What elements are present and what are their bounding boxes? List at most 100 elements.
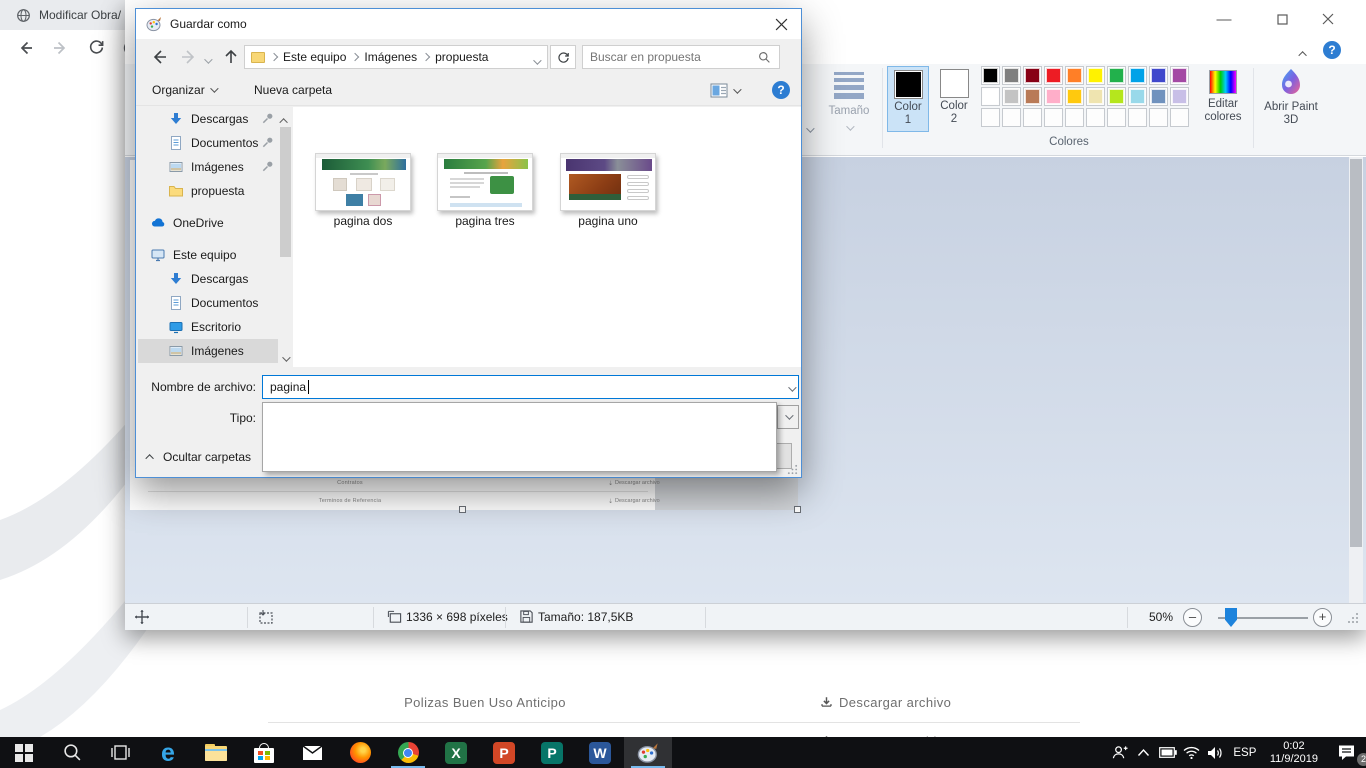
palette-empty-slot[interactable] [981, 108, 1000, 127]
palette-empty-slot[interactable] [1149, 108, 1168, 127]
palette-empty-slot[interactable] [1128, 108, 1147, 127]
address-bar[interactable]: Este equipo Imágenes propuesta [244, 45, 548, 69]
palette-swatch[interactable] [1065, 87, 1084, 106]
taskbar-file-explorer-icon[interactable] [192, 737, 240, 768]
palette-empty-slot[interactable] [1107, 108, 1126, 127]
palette-swatch[interactable] [1044, 66, 1063, 85]
nav-up-button[interactable] [220, 47, 242, 67]
scrollbar-thumb[interactable] [280, 127, 291, 257]
filename-dropdown-chevron-icon[interactable] [788, 381, 794, 395]
sidebar-item-onedrive[interactable]: OneDrive [138, 211, 280, 235]
resize-grip-icon[interactable] [1347, 612, 1359, 624]
refresh-button[interactable] [550, 45, 576, 69]
palette-swatch[interactable] [1107, 87, 1126, 106]
paint-help-button[interactable]: ? [1323, 41, 1341, 59]
language-indicator[interactable]: ESP [1228, 737, 1262, 768]
palette-empty-slot[interactable] [1086, 108, 1105, 127]
sidebar-item-pc-imagenes-selected[interactable]: Imágenes [138, 339, 280, 363]
search-box[interactable] [582, 45, 780, 69]
palette-swatch[interactable] [1065, 66, 1084, 85]
new-folder-button[interactable]: Nueva carpeta [254, 83, 332, 97]
palette-empty-slot[interactable] [1170, 108, 1189, 127]
scrollbar-thumb[interactable] [1350, 159, 1362, 547]
sidebar-item-propuesta[interactable]: propuesta [138, 179, 280, 203]
vertical-scrollbar[interactable] [1349, 157, 1363, 603]
breadcrumb-subfolder[interactable]: propuesta [435, 50, 488, 64]
filename-autocomplete-dropdown[interactable] [262, 402, 777, 472]
canvas-resize-handle-bottom[interactable] [459, 506, 466, 513]
file-type-dropdown-button[interactable] [777, 405, 799, 429]
back-button[interactable] [16, 39, 34, 57]
taskbar-excel-icon[interactable]: X [432, 737, 480, 768]
dialog-resize-grip[interactable] [787, 464, 798, 475]
sidebar-item-este-equipo[interactable]: Este equipo [138, 243, 280, 267]
palette-empty-slot[interactable] [1002, 108, 1021, 127]
sidebar-item-documentos[interactable]: Documentos [138, 131, 280, 155]
close-button[interactable] [1312, 8, 1344, 30]
battery-icon[interactable] [1156, 737, 1180, 768]
palette-swatch[interactable] [1170, 87, 1189, 106]
sidebar-item-descargas[interactable]: Descargas [138, 107, 280, 131]
recent-locations-chevron-icon[interactable] [204, 53, 210, 67]
palette-swatch[interactable] [1023, 87, 1042, 106]
dialog-close-button[interactable] [761, 9, 801, 39]
sidebar-item-imagenes[interactable]: Imágenes [138, 155, 280, 179]
task-view-button[interactable] [96, 737, 144, 768]
hide-folders-button[interactable]: Ocultar carpetas [148, 450, 251, 464]
reload-button[interactable] [88, 39, 105, 56]
palette-swatch[interactable] [1128, 87, 1147, 106]
palette-swatch[interactable] [1044, 87, 1063, 106]
palette-swatch[interactable] [1023, 66, 1042, 85]
palette-swatch[interactable] [1149, 87, 1168, 106]
palette-empty-slot[interactable] [1065, 108, 1084, 127]
address-dropdown-chevron-icon[interactable] [533, 54, 539, 68]
start-button[interactable] [0, 737, 48, 768]
scroll-up-icon[interactable] [282, 113, 288, 127]
palette-swatch[interactable] [1170, 66, 1189, 85]
sidebar-item-pc-documentos[interactable]: Documentos [138, 291, 280, 315]
download-link[interactable]: Descargar archivo [820, 695, 951, 710]
taskbar-chrome-icon[interactable] [384, 737, 432, 768]
sidebar-item-escritorio[interactable]: Escritorio [138, 315, 280, 339]
sidebar-item-pc-descargas[interactable]: Descargas [138, 267, 280, 291]
people-icon[interactable] [1108, 737, 1132, 768]
canvas-resize-handle-corner[interactable] [794, 506, 801, 513]
nav-back-button[interactable] [148, 47, 170, 67]
browser-tab[interactable]: Modificar Obra/ [0, 0, 135, 30]
palette-swatch[interactable] [981, 66, 1000, 85]
taskbar-search-button[interactable] [48, 737, 96, 768]
taskbar-paint-icon[interactable] [624, 737, 672, 768]
open-paint3d-button[interactable]: Abrir Paint 3D [1261, 66, 1321, 148]
minimize-button[interactable]: — [1208, 8, 1240, 30]
taskbar-clock[interactable]: 0:02 11/9/2019 [1262, 740, 1326, 766]
palette-swatch[interactable] [1002, 87, 1021, 106]
color2-button[interactable]: Color 2 [933, 66, 975, 132]
taskbar-powerpoint-icon[interactable]: P [480, 737, 528, 768]
wifi-icon[interactable] [1180, 737, 1204, 768]
zoom-in-button[interactable]: + [1313, 608, 1332, 627]
file-thumbnail-pagina-uno[interactable] [560, 153, 656, 211]
volume-icon[interactable] [1204, 737, 1228, 768]
taskbar-store-icon[interactable] [240, 737, 288, 768]
palette-swatch[interactable] [981, 87, 1000, 106]
file-thumbnail-pagina-tres[interactable] [437, 153, 533, 211]
sidebar-scrollbar[interactable] [278, 107, 293, 367]
color1-button[interactable]: Color 1 [887, 66, 929, 132]
views-button[interactable] [710, 83, 739, 98]
maximize-button[interactable] [1266, 8, 1298, 30]
file-thumbnail-pagina-dos[interactable] [315, 153, 411, 211]
palette-swatch[interactable] [1128, 66, 1147, 85]
action-center-button[interactable]: 2 [1326, 737, 1366, 768]
taskbar-word-icon[interactable]: W [576, 737, 624, 768]
breadcrumb-root[interactable]: Este equipo [283, 50, 346, 64]
forward-button[interactable] [52, 39, 70, 57]
scroll-down-icon[interactable] [282, 351, 288, 365]
palette-swatch[interactable] [1107, 66, 1126, 85]
palette-empty-slot[interactable] [1044, 108, 1063, 127]
collapse-ribbon-icon[interactable] [1301, 44, 1307, 62]
filename-input[interactable]: pagina [262, 375, 799, 399]
zoom-out-button[interactable]: – [1183, 608, 1202, 627]
taskbar-edge-icon[interactable]: e [144, 737, 192, 768]
taskbar-firefox-icon[interactable] [336, 737, 384, 768]
hidden-group-chevron-icon[interactable] [806, 120, 812, 138]
